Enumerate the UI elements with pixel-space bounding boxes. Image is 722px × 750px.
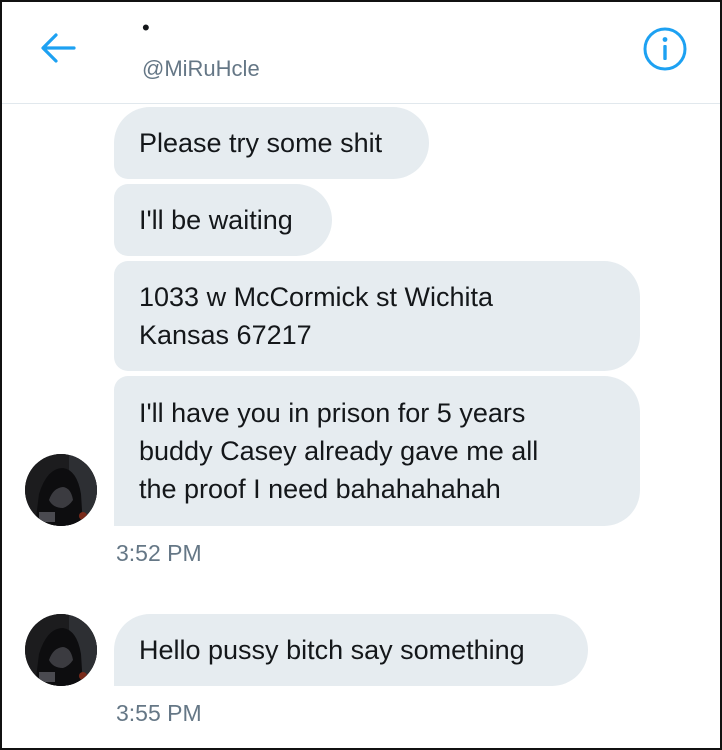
message-timestamp: 3:55 PM bbox=[116, 700, 202, 726]
info-circle-icon bbox=[642, 26, 688, 77]
dm-conversation-screen: • @MiRuHcle Please try some shit I'll be… bbox=[2, 2, 720, 748]
display-name: • bbox=[142, 15, 150, 40]
sender-avatar[interactable] bbox=[25, 614, 97, 686]
conversation-header: • @MiRuHcle bbox=[2, 2, 720, 104]
user-handle[interactable]: @MiRuHcle bbox=[142, 56, 260, 82]
info-button[interactable] bbox=[642, 26, 688, 77]
message-bubble[interactable]: Please try some shit bbox=[114, 107, 429, 179]
message-bubble[interactable]: I'll be waiting bbox=[114, 184, 332, 256]
message-timestamp: 3:52 PM bbox=[116, 540, 202, 566]
message-bubble[interactable]: 1033 w McCormick st Wichita Kansas 67217 bbox=[114, 261, 640, 371]
message-bubble[interactable]: I'll have you in prison for 5 years budd… bbox=[114, 376, 640, 526]
sender-avatar[interactable] bbox=[25, 454, 97, 526]
message-bubble[interactable]: Hello pussy bitch say something bbox=[114, 614, 588, 686]
back-button[interactable] bbox=[36, 28, 80, 72]
arrow-left-icon bbox=[38, 28, 78, 73]
